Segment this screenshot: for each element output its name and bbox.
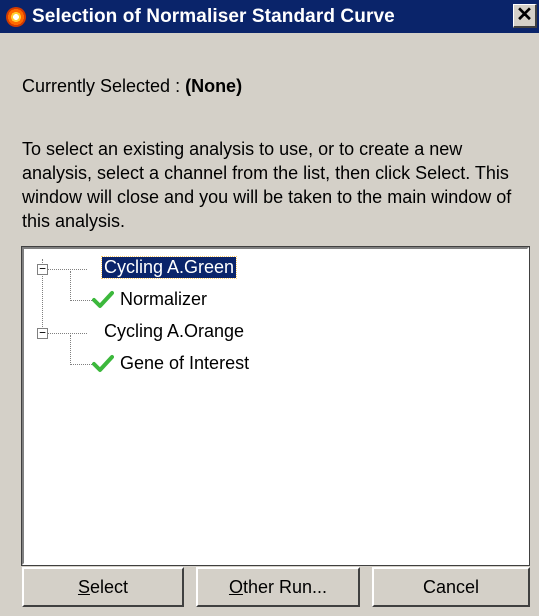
checkmark-icon	[92, 291, 114, 308]
current-selection-value: (None)	[185, 76, 243, 96]
cancel-button[interactable]: Cancel	[372, 567, 530, 607]
select-label-rest: elect	[89, 576, 129, 597]
other-run-label-rest: ther Run...	[242, 576, 328, 597]
other-run-access-key: O	[228, 576, 243, 597]
other-run-button[interactable]: Other Run...	[196, 567, 360, 607]
close-button[interactable]: ✕	[513, 4, 537, 28]
collapse-toggle-2[interactable]: −	[37, 327, 48, 339]
tree-branch-line-2	[47, 333, 87, 334]
app-logo-icon	[6, 6, 26, 27]
tree-item-normalizer[interactable]: Normalizer	[118, 289, 209, 310]
cancel-label: Cancel	[422, 576, 480, 597]
collapse-toggle-1[interactable]: −	[37, 263, 48, 275]
window-title: Selection of Normaliser Standard Curve	[32, 5, 395, 27]
channel-tree[interactable]: − Cycling A.Green Normalizer − Cycling A…	[21, 246, 530, 566]
tree-branch-line-1	[47, 269, 87, 270]
checkmark-icon	[92, 355, 114, 372]
dialog-window: Selection of Normaliser Standard Curve ✕…	[0, 0, 539, 616]
tree-child-line-1	[70, 271, 71, 301]
select-access-key: S	[77, 576, 90, 597]
current-selection: Currently Selected : (None)	[22, 76, 242, 97]
tree-child-line-2	[70, 335, 71, 365]
tree-child-branch-2	[70, 364, 92, 365]
tree-child-branch-1	[70, 300, 92, 301]
current-selection-label: Currently Selected :	[22, 76, 186, 96]
tree-item-cycling-a-green[interactable]: Cycling A.Green	[100, 256, 238, 279]
title-bar[interactable]: Selection of Normaliser Standard Curve ✕	[0, 0, 539, 33]
instructions-text: To select an existing analysis to use, o…	[22, 139, 512, 231]
tree-item-gene-of-interest[interactable]: Gene of Interest	[118, 353, 251, 374]
select-button[interactable]: Select	[22, 567, 184, 607]
tree-item-cycling-a-orange[interactable]: Cycling A.Orange	[102, 321, 246, 342]
